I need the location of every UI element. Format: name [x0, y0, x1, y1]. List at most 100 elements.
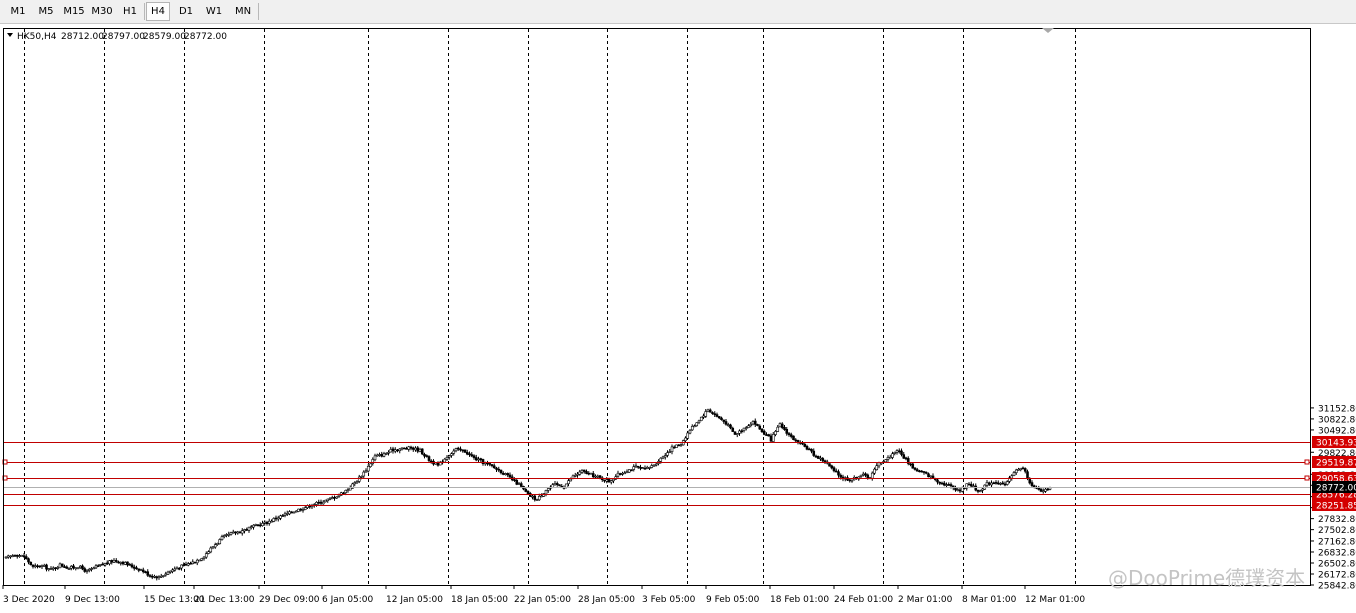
candle — [760, 428, 764, 433]
candle-body-bear — [274, 517, 278, 520]
y-tick-label: 27502.80 — [1318, 526, 1356, 536]
timeframe-button-h1[interactable]: H1 — [116, 2, 144, 21]
candle-body-bear — [823, 460, 827, 463]
x-tick-label: 29 Dec 09:00 — [259, 595, 320, 605]
timeframe-button-m30[interactable]: M30 — [88, 2, 116, 21]
candle-body-bear — [184, 563, 188, 566]
candle — [1012, 471, 1016, 477]
candle-body-bull — [418, 448, 422, 452]
y-tick-label: 26502.80 — [1318, 560, 1356, 570]
y-tick-label: 26172.80 — [1318, 571, 1356, 581]
candle — [531, 494, 534, 500]
candle-body-bear — [234, 531, 237, 534]
candle — [792, 435, 795, 441]
candle-body-bull — [744, 427, 748, 429]
candle — [479, 457, 483, 462]
timeframe-button-w1[interactable]: W1 — [200, 2, 228, 21]
candle — [69, 565, 73, 571]
timeframe-button-d1[interactable]: D1 — [172, 2, 200, 21]
candle-body-bull — [553, 483, 557, 486]
candle — [283, 511, 287, 518]
candle-body-bull — [270, 520, 273, 523]
candle-body-bear — [740, 430, 744, 433]
candle — [924, 471, 928, 475]
toolbar-separator — [144, 3, 145, 20]
chart-shift-marker-icon[interactable] — [1042, 28, 1054, 33]
candle-body-bear — [492, 465, 496, 468]
candle — [609, 479, 613, 485]
candle — [407, 445, 411, 452]
candle — [510, 474, 514, 482]
candle-body-bull — [735, 433, 739, 436]
candle-body-bull — [76, 567, 80, 570]
level-anchor-right — [1304, 475, 1310, 481]
candle-body-bull — [218, 539, 222, 544]
candle — [591, 471, 595, 479]
candle-body-bull — [225, 534, 228, 536]
candle-body-bear — [1001, 482, 1005, 485]
candle-body-bull — [366, 465, 370, 472]
timeframe-button-mn[interactable]: MN — [228, 2, 258, 21]
candle — [393, 447, 397, 454]
candle — [36, 564, 39, 569]
candle — [281, 514, 285, 517]
candle-body-bull — [450, 453, 453, 456]
price-chart[interactable]: HK50,H4 28712.00 28797.00 28579.00 28772… — [0, 24, 1356, 613]
candle-body-bull — [398, 448, 402, 452]
candle-body-bull — [666, 452, 669, 456]
candle-body-bull — [659, 457, 663, 462]
candle — [184, 561, 188, 566]
candle — [909, 463, 912, 467]
candle-body-bear — [65, 566, 69, 569]
candle — [940, 481, 944, 485]
timeframe-button-m1[interactable]: M1 — [4, 2, 32, 21]
timeframe-button-m5[interactable]: M5 — [32, 2, 60, 21]
timeframe-button-m15[interactable]: M15 — [60, 2, 88, 21]
candle-body-bear — [828, 463, 831, 467]
timeframe-button-h4[interactable]: H4 — [146, 2, 170, 21]
candle — [378, 452, 381, 457]
candle — [364, 468, 368, 473]
candle-body-bear — [762, 430, 766, 435]
candle-body-bull — [886, 456, 890, 460]
candle — [873, 467, 876, 475]
candle-body-bull — [1019, 467, 1023, 470]
candle — [238, 530, 242, 534]
candle-body-bear — [31, 564, 35, 567]
candle — [454, 447, 458, 453]
candle-body-bear — [904, 457, 908, 460]
candle — [218, 538, 222, 545]
candle-body-bear — [60, 563, 64, 567]
candle-body-bear — [342, 492, 345, 495]
candle-body-bear — [1028, 478, 1032, 484]
candle — [445, 455, 449, 461]
candle-body-bear — [281, 515, 285, 517]
candle-body-bull — [58, 563, 62, 569]
candle-body-bear — [472, 455, 476, 458]
header-low-value: 28579.00 — [143, 32, 186, 42]
candle-body-bear — [913, 467, 917, 470]
candle-body-bull — [684, 437, 687, 442]
candle-body-bull — [578, 471, 582, 475]
candle — [211, 546, 215, 550]
candle-body-bull — [276, 517, 280, 520]
candle — [380, 451, 384, 458]
candle — [186, 562, 190, 567]
candle — [396, 449, 399, 453]
candle-body-bear — [720, 417, 723, 421]
candle — [672, 445, 676, 449]
candle — [533, 494, 537, 502]
candle — [902, 452, 906, 459]
candle — [141, 567, 145, 574]
candle — [38, 565, 42, 568]
candle-body-bull — [335, 496, 339, 499]
candle — [128, 562, 132, 566]
candle-body-bear — [1039, 488, 1043, 492]
candle-body-bull — [321, 501, 325, 505]
candle — [900, 448, 903, 457]
candle — [1044, 487, 1047, 493]
candle-body-bull — [56, 567, 60, 569]
collapse-arrow-icon[interactable] — [7, 33, 13, 37]
candle — [720, 416, 723, 421]
candle-body-bull — [850, 479, 854, 482]
